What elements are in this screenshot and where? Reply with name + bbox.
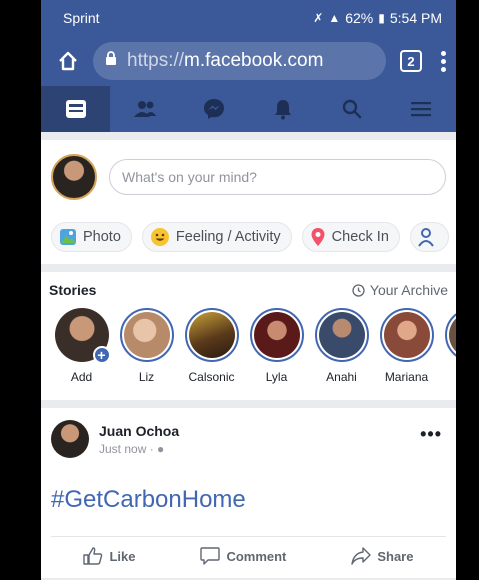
messenger-icon [203,99,224,119]
story-label: Lyla [265,370,288,384]
archive-clock-icon [352,283,365,297]
bell-icon [275,100,292,120]
feeling-label: Feeling / Activity [175,229,281,245]
home-icon[interactable] [55,48,81,74]
url-host: m.facebook.com [184,50,324,71]
story-avatar [123,312,170,358]
post-timestamp: Just now · ● [99,442,420,456]
story-label: Add [70,370,93,384]
story-label: Liz [138,370,155,384]
tab-menu[interactable] [387,86,456,132]
phone-screen: Sprint ✗ ▲ 62% ▮ 5:54 PM https://m.faceb… [41,0,456,580]
battery-percent: 62% [345,10,374,26]
photo-icon [60,229,76,245]
globe-icon: ● [157,441,165,456]
status-bar: Sprint ✗ ▲ 62% ▮ 5:54 PM [41,0,456,36]
author-name[interactable]: Juan Ochoa [99,423,420,439]
share-button[interactable]: Share [351,547,413,565]
search-icon [343,99,362,119]
story-avatar [188,312,235,358]
story-item[interactable]: Liz [114,308,179,384]
profile-avatar[interactable] [51,154,97,200]
your-archive-link[interactable]: Your Archive [352,282,448,298]
like-label: Like [109,548,136,564]
clock: 5:54 PM [389,10,442,26]
facebook-nav-bar [41,86,456,132]
story-avatar [318,312,365,358]
signal-icon: ▲ [328,11,341,25]
post-composer: What's on your mind? Photo Feeling / Act… [41,140,456,264]
location-pin-icon [311,228,325,246]
story-item[interactable] [439,308,456,384]
post-hashtag[interactable]: #GetCarbonHome [51,486,446,514]
check-in-button[interactable]: Check In [301,222,400,252]
post-action-bar: Like Comment Share [51,536,446,565]
tag-person-icon [418,228,434,247]
url-bar[interactable]: https://m.facebook.com [93,42,386,80]
tab-switcher-button[interactable]: 2 [400,50,422,72]
browser-toolbar: https://m.facebook.com 2 [41,36,456,86]
carrier-label: Sprint [63,10,100,26]
story-item[interactable]: Anahi [309,308,374,384]
status-input[interactable]: What's on your mind? [109,159,446,195]
browser-menu-icon[interactable] [440,50,446,72]
feeling-activity-button[interactable]: Feeling / Activity [141,222,292,252]
check-in-label: Check In [331,229,389,245]
smiley-icon [150,228,169,246]
battery-icon: ▮ [378,11,385,25]
tab-messenger[interactable] [179,86,248,132]
story-label: Calsonic [188,370,235,384]
stories-section: Stories Your Archive + Add Liz Calsonic [41,272,456,400]
comment-label: Comment [226,548,287,564]
story-item[interactable]: Lyla [244,308,309,384]
tab-notifications[interactable] [249,86,318,132]
tab-news-feed[interactable] [41,86,111,132]
share-label: Share [377,548,414,564]
story-label: Mariana [384,370,429,384]
comment-button[interactable]: Comment [200,547,286,565]
story-avatar [253,312,300,358]
lock-icon [105,50,117,72]
post-options-button[interactable]: ••• [420,424,446,445]
hamburger-icon [411,102,432,117]
tag-friends-button[interactable] [409,222,449,252]
story-list: + Add Liz Calsonic Lyla Anahi Mariana [49,308,456,384]
comment-icon [200,547,221,565]
share-arrow-icon [351,547,372,565]
story-add[interactable]: + Add [49,308,114,384]
story-avatar [448,312,456,358]
plus-icon: + [92,346,111,364]
story-label: Anahi [326,370,357,384]
story-avatar [383,312,430,358]
like-button[interactable]: Like [83,547,135,565]
author-avatar[interactable] [51,420,89,458]
story-item[interactable]: Mariana [374,308,439,384]
news-feed-icon [65,100,86,118]
friends-icon [133,101,156,117]
thumbs-up-icon [83,547,103,565]
post-time-text: Just now · [99,441,154,456]
photo-label: Photo [83,229,121,245]
tab-friend-requests[interactable] [110,86,179,132]
composer-actions: Photo Feeling / Activity Check In [51,222,449,252]
tab-search[interactable] [318,86,387,132]
story-item[interactable]: Calsonic [179,308,244,384]
photo-button[interactable]: Photo [51,222,132,252]
stories-title: Stories [49,282,97,298]
mute-icon: ✗ [313,11,324,25]
url-scheme: https:// [127,50,185,71]
archive-label: Your Archive [369,282,448,298]
feed-post: Juan Ochoa Just now · ● ••• #GetCarbonHo… [41,408,456,578]
